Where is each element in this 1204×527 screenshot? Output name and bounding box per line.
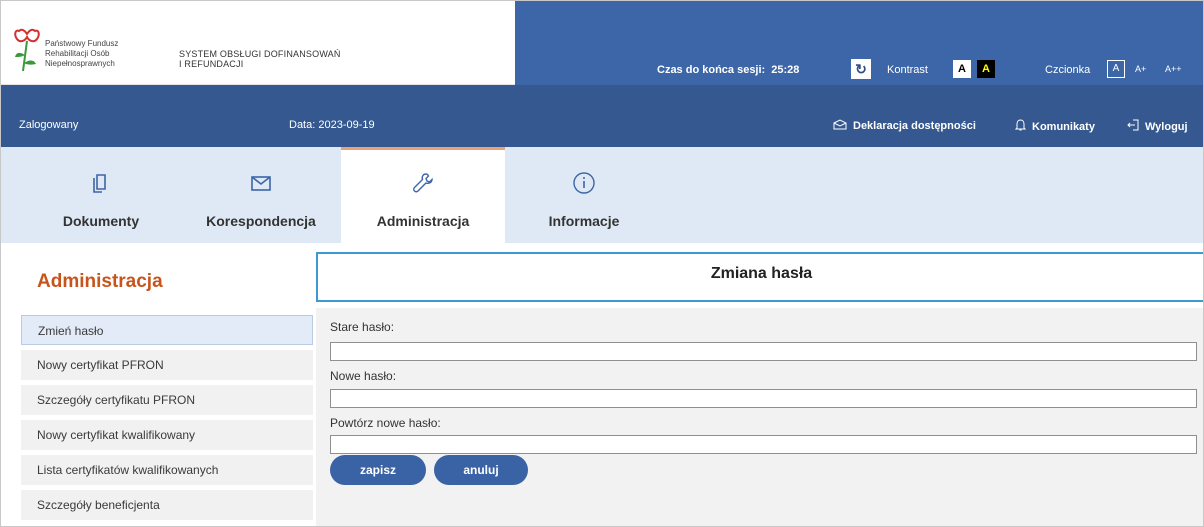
logged-in-user: Zalogowany: [19, 119, 79, 131]
announcements-link[interactable]: Komunikaty: [1014, 119, 1095, 133]
info-bar: Zalogowany Data: 2023-09-19 Deklaracja d…: [1, 85, 1203, 147]
sidebar-item-change-password[interactable]: Zmień hasło: [21, 315, 313, 345]
font-size-xlarge-button[interactable]: A++: [1165, 64, 1182, 74]
system-name-line: I REFUNDACJI: [179, 59, 244, 69]
session-time: 25:28: [771, 64, 800, 76]
org-name-line: Państwowy Fundusz: [45, 39, 119, 48]
logout-icon: [1127, 119, 1139, 131]
info-icon: [573, 172, 595, 194]
tab-korespondencja[interactable]: Korespondencja: [187, 147, 335, 243]
tab-label: Korespondencja: [206, 213, 316, 229]
sidebar: Administracja Zmień hasło Nowy certyfika…: [19, 253, 315, 526]
tab-label: Dokumenty: [62, 213, 140, 229]
system-name-line: SYSTEM OBSŁUGI DOFINANSOWAŃ: [179, 49, 341, 59]
old-password-input[interactable]: [330, 342, 1197, 361]
page-title: Zmiana hasła: [710, 265, 813, 282]
contrast-label: Kontrast: [887, 64, 928, 76]
tab-label: Informacje: [548, 213, 620, 229]
announcements-label: Komunikaty: [1032, 121, 1095, 133]
tab-dokumenty[interactable]: Dokumenty: [31, 147, 171, 243]
org-name-line: Niepełnosprawnych: [45, 59, 115, 68]
app-window: Państwowy Fundusz Rehabilitacji Osób Nie…: [0, 0, 1204, 527]
old-password-label: Stare hasło:: [330, 320, 395, 334]
envelope-icon: [251, 176, 271, 191]
sidebar-item-new-pfron-certificate[interactable]: Nowy certyfikat PFRON: [21, 350, 313, 380]
main-tabs: Dokumenty Korespondencja Administracja I…: [1, 147, 1203, 243]
font-size-normal-button[interactable]: A: [1107, 60, 1125, 78]
bell-icon: [1014, 119, 1027, 131]
session-label: Czas do końca sesji:: [657, 64, 766, 76]
repeat-password-input[interactable]: [330, 435, 1197, 454]
logout-label: Wyloguj: [1145, 121, 1188, 133]
header: Państwowy Fundusz Rehabilitacji Osób Nie…: [1, 1, 1203, 85]
contrast-normal-button[interactable]: A: [953, 60, 971, 78]
contrast-high-button[interactable]: A: [977, 60, 995, 78]
accessibility-declaration-label: Deklaracja dostępności: [853, 120, 976, 132]
logout-link[interactable]: Wyloguj: [1127, 119, 1188, 133]
envelope-open-icon: [833, 119, 847, 130]
change-password-form: Stare hasło: Nowe hasło: Powtórz nowe ha…: [316, 308, 1203, 526]
font-size-label: Czcionka: [1045, 64, 1091, 76]
save-button[interactable]: zapisz: [330, 455, 426, 485]
org-name: Państwowy Fundusz Rehabilitacji Osób Nie…: [45, 39, 118, 69]
refresh-session-button[interactable]: ↻: [851, 59, 871, 79]
cancel-button[interactable]: anuluj: [434, 455, 528, 485]
tab-administracja[interactable]: Administracja: [341, 147, 505, 243]
repeat-password-label: Powtórz nowe hasło:: [330, 416, 441, 430]
sidebar-item-pfron-certificate-details[interactable]: Szczegóły certyfikatu PFRON: [21, 385, 313, 415]
sidebar-title: Administracja: [37, 271, 163, 292]
accessibility-declaration-link[interactable]: Deklaracja dostępności: [833, 119, 976, 132]
org-name-line: Rehabilitacji Osób: [45, 49, 110, 58]
wrench-icon: [413, 173, 433, 193]
header-controls: Czas do końca sesji: 25:28 ↻ Kontrast A A…: [515, 1, 1203, 85]
panel-header: Zmiana hasła: [316, 252, 1203, 302]
new-password-label: Nowe hasło:: [330, 369, 397, 383]
header-branding: Państwowy Fundusz Rehabilitacji Osób Nie…: [1, 1, 515, 85]
system-name: SYSTEM OBSŁUGI DOFINANSOWAŃ I REFUNDACJI: [179, 49, 341, 69]
font-size-large-button[interactable]: A+: [1135, 64, 1146, 74]
sidebar-item-beneficiary-details[interactable]: Szczegóły beneficjenta: [21, 490, 313, 520]
pfron-logo-icon: [14, 28, 40, 72]
new-password-input[interactable]: [330, 389, 1197, 408]
tab-label: Administracja: [376, 213, 470, 229]
session-timer: Czas do końca sesji: 25:28: [657, 64, 799, 76]
sidebar-item-qualified-certificates-list[interactable]: Lista certyfikatów kwalifikowanych: [21, 455, 313, 485]
current-date: Data: 2023-09-19: [289, 119, 375, 131]
documents-icon: [93, 174, 106, 193]
tab-informacje[interactable]: Informacje: [517, 147, 651, 243]
sidebar-item-new-qualified-certificate[interactable]: Nowy certyfikat kwalifikowany: [21, 420, 313, 450]
